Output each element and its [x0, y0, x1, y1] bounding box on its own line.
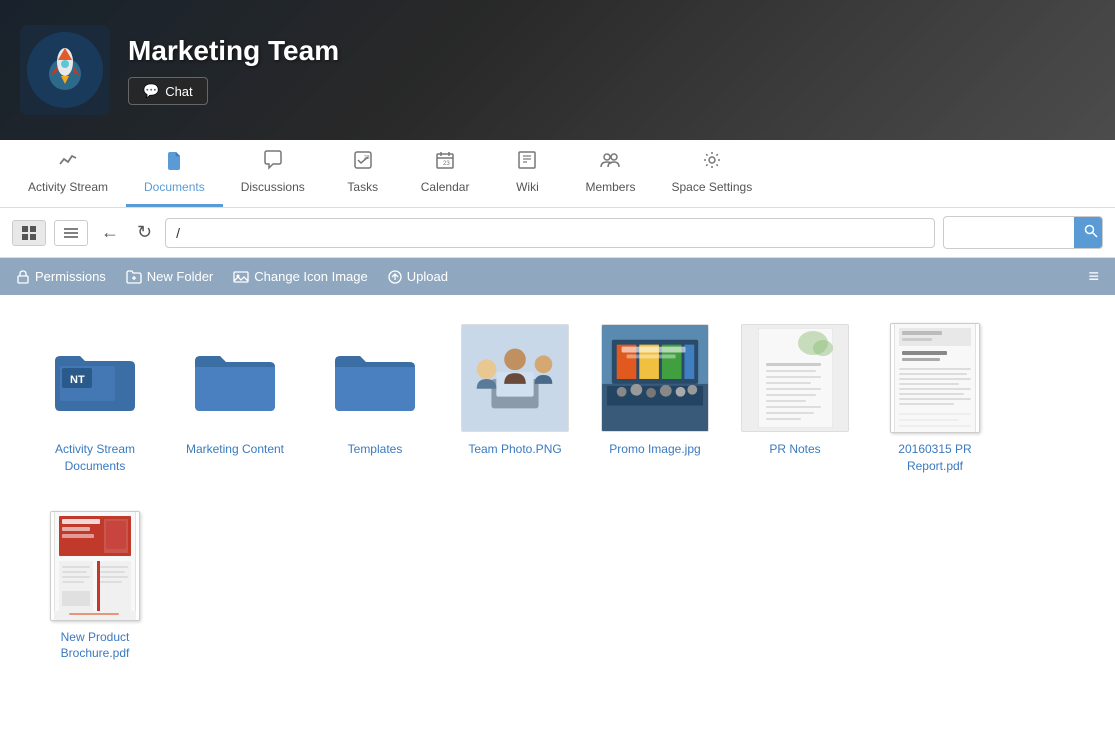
tab-activity-stream[interactable]: Activity Stream	[10, 140, 126, 207]
file-thumbnail	[320, 323, 430, 433]
refresh-button[interactable]: ↻	[132, 220, 157, 245]
list-item[interactable]: PR Notes	[730, 315, 860, 483]
file-name: Activity Stream Documents	[38, 441, 152, 475]
discussions-icon	[263, 150, 283, 175]
list-options-button[interactable]: ≡	[1088, 266, 1099, 287]
file-thumbnail	[40, 511, 150, 621]
actions-bar: Permissions New Folder Change Icon Image…	[0, 258, 1115, 295]
list-item[interactable]: Promo Image.jpg	[590, 315, 720, 483]
files-area: NT Activity Stream Documents Marketing C…	[0, 295, 1115, 745]
search-container	[943, 216, 1103, 249]
files-grid: NT Activity Stream Documents Marketing C…	[30, 315, 1085, 670]
svg-text:NT: NT	[70, 374, 85, 386]
tab-documents-label: Documents	[144, 180, 205, 194]
tasks-icon: 23	[353, 150, 373, 175]
list-item[interactable]: Team Photo.PNG	[450, 315, 580, 483]
list-view-button[interactable]	[54, 220, 88, 246]
new-folder-button[interactable]: New Folder	[126, 269, 213, 284]
tab-documents[interactable]: Documents	[126, 140, 223, 207]
space-avatar	[20, 25, 110, 115]
file-thumbnail: NT	[40, 323, 150, 433]
tab-tasks[interactable]: 23 Tasks	[323, 140, 403, 207]
change-icon-label: Change Icon Image	[254, 269, 367, 284]
file-thumbnail	[740, 323, 850, 433]
chat-icon: 💬	[143, 83, 159, 99]
file-name: Team Photo.PNG	[468, 441, 561, 458]
list-item[interactable]: 20160315 PR Report.pdf	[870, 315, 1000, 483]
chat-label: Chat	[165, 84, 192, 99]
tab-members-label: Members	[585, 180, 635, 194]
list-item[interactable]: Templates	[310, 315, 440, 483]
path-select[interactable]: /	[165, 218, 935, 248]
members-icon	[600, 150, 620, 175]
file-thumbnail	[880, 323, 990, 433]
file-thumbnail	[460, 323, 570, 433]
documents-icon	[164, 150, 184, 175]
tab-tasks-label: Tasks	[347, 180, 378, 194]
grid-view-button[interactable]	[12, 220, 46, 246]
back-button[interactable]: ←	[96, 220, 124, 245]
tab-space-settings-label: Space Settings	[671, 180, 752, 194]
file-name: New Product Brochure.pdf	[38, 629, 152, 663]
search-input[interactable]	[944, 219, 1074, 246]
tab-wiki[interactable]: Wiki	[487, 140, 567, 207]
chat-button[interactable]: 💬 Chat	[128, 77, 208, 105]
file-name: Templates	[348, 441, 403, 458]
list-item[interactable]: Marketing Content	[170, 315, 300, 483]
upload-label: Upload	[407, 269, 448, 284]
tab-discussions-label: Discussions	[241, 180, 305, 194]
list-item[interactable]: NT Activity Stream Documents	[30, 315, 160, 483]
tab-calendar[interactable]: 23 Calendar	[403, 140, 488, 207]
activity-stream-icon	[58, 150, 78, 175]
tab-discussions[interactable]: Discussions	[223, 140, 323, 207]
space-title: Marketing Team	[128, 35, 339, 67]
permissions-button[interactable]: Permissions	[16, 269, 106, 284]
list-item[interactable]: New Product Brochure.pdf	[30, 503, 160, 671]
tab-members[interactable]: Members	[567, 140, 653, 207]
tab-wiki-label: Wiki	[516, 180, 539, 194]
search-button[interactable]	[1074, 217, 1103, 248]
tab-space-settings[interactable]: Space Settings	[653, 140, 770, 207]
svg-text:23: 23	[364, 155, 370, 161]
file-thumbnail	[600, 323, 710, 433]
space-settings-icon	[702, 150, 722, 175]
toolbar: ← ↻ /	[0, 208, 1115, 258]
nav-tabs: Activity Stream Documents Discussions 23…	[0, 140, 1115, 208]
file-thumbnail	[180, 323, 290, 433]
svg-text:23: 23	[443, 161, 450, 167]
tab-calendar-label: Calendar	[421, 180, 470, 194]
tab-activity-stream-label: Activity Stream	[28, 180, 108, 194]
permissions-label: Permissions	[35, 269, 106, 284]
file-name: Marketing Content	[186, 441, 284, 458]
calendar-icon: 23	[435, 150, 455, 175]
file-name: 20160315 PR Report.pdf	[878, 441, 992, 475]
wiki-icon	[517, 150, 537, 175]
new-folder-label: New Folder	[147, 269, 213, 284]
banner: Marketing Team 💬 Chat	[0, 0, 1115, 140]
upload-button[interactable]: Upload	[388, 269, 448, 284]
file-name: PR Notes	[769, 441, 820, 458]
change-icon-button[interactable]: Change Icon Image	[233, 269, 367, 284]
file-name: Promo Image.jpg	[609, 441, 700, 458]
